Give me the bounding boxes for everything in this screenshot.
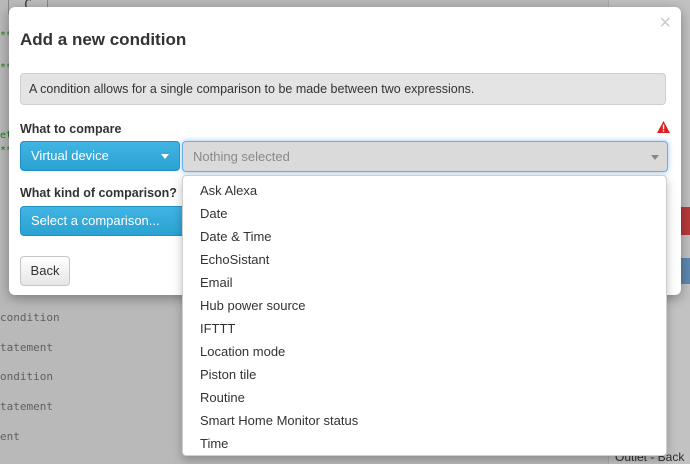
dropdown-option[interactable]: Piston tile [183, 363, 666, 386]
warning-icon [657, 121, 670, 133]
chevron-down-icon [161, 154, 169, 159]
dropdown-option[interactable]: Location mode [183, 340, 666, 363]
select-comparison-label: Select a comparison... [31, 213, 160, 228]
compare-type-button[interactable]: Virtual device [20, 141, 180, 171]
device-select-placeholder: Nothing selected [193, 149, 290, 164]
background-code-line: condition [0, 311, 60, 324]
select-comparison-button[interactable]: Select a comparison... [20, 206, 195, 236]
dropdown-option[interactable]: Email [183, 271, 666, 294]
back-button[interactable]: Back [20, 256, 70, 286]
chevron-down-icon [651, 155, 659, 160]
what-to-compare-label: What to compare [20, 122, 122, 136]
dropdown-option[interactable]: Ask Alexa [183, 179, 666, 202]
close-icon[interactable]: × [659, 13, 671, 33]
info-banner: A condition allows for a single comparis… [20, 73, 666, 105]
dropdown-option[interactable]: EchoSistant [183, 248, 666, 271]
dropdown-option[interactable]: Date [183, 202, 666, 225]
modal-title: Add a new condition [20, 30, 187, 49]
background-code-line: ent [0, 430, 20, 443]
dropdown-option[interactable]: Date & Time [183, 225, 666, 248]
device-dropdown-menu: Ask Alexa Date Date & Time EchoSistant E… [182, 175, 667, 456]
background-code-line: ondition [0, 370, 53, 383]
dropdown-option[interactable]: Hub power source [183, 294, 666, 317]
background-code-line: tatement [0, 400, 53, 413]
dropdown-option[interactable]: Routine [183, 386, 666, 409]
dropdown-option[interactable]: IFTTT [183, 317, 666, 340]
device-select[interactable]: Nothing selected [182, 141, 668, 172]
dropdown-option[interactable]: Smart Home Monitor status [183, 409, 666, 432]
background-code-line: tatement [0, 341, 53, 354]
dropdown-option[interactable]: Time [183, 432, 666, 455]
comparison-kind-label: What kind of comparison? [20, 186, 177, 200]
compare-type-label: Virtual device [31, 148, 109, 163]
